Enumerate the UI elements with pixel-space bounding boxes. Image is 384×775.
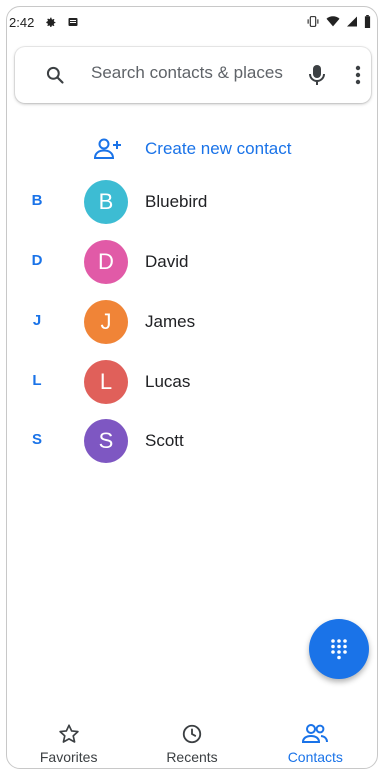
nav-label: Recents	[166, 749, 218, 765]
phone-screen: 2:42 Create new contact B B Bluebird D D…	[6, 6, 378, 769]
section-letter: J	[32, 312, 42, 329]
vibrate-icon	[307, 16, 319, 27]
nav-label: Favorites	[39, 749, 98, 765]
avatar: L	[84, 360, 128, 404]
status-bar: 2:42	[7, 7, 377, 37]
wifi-icon	[326, 16, 340, 27]
nav-favorites[interactable]: Favorites	[7, 717, 130, 768]
avatar: J	[84, 300, 128, 344]
section-letter: D	[31, 252, 43, 269]
contact-name: Bluebird	[145, 192, 208, 211]
clock-icon	[182, 724, 202, 744]
nav-recents[interactable]: Recents	[130, 717, 253, 768]
microphone-icon[interactable]	[307, 63, 327, 87]
status-time: 2:42	[9, 14, 35, 30]
star-icon	[58, 724, 79, 743]
add-person-icon	[93, 138, 121, 159]
contacts-icon	[302, 724, 329, 743]
settings-gear-icon	[46, 17, 56, 27]
nav-label: Contacts	[287, 749, 343, 765]
avatar: S	[84, 419, 128, 463]
battery-icon	[364, 15, 371, 28]
dialpad-icon	[331, 639, 347, 660]
search-icon[interactable]	[45, 65, 65, 85]
contact-row-james[interactable]: J J James	[7, 298, 377, 346]
signal-icon	[347, 16, 357, 27]
create-new-contact-button[interactable]: Create new contact	[7, 133, 377, 167]
search-bar[interactable]	[15, 47, 371, 103]
section-letter: B	[31, 192, 43, 209]
contact-row-david[interactable]: D D David	[7, 238, 377, 286]
bottom-navigation: Favorites Recents Contacts	[7, 717, 377, 768]
notification-icon	[68, 18, 78, 26]
nav-contacts[interactable]: Contacts	[254, 717, 377, 768]
avatar: B	[84, 180, 128, 224]
dialpad-button[interactable]	[309, 619, 369, 679]
contact-row-scott[interactable]: S S Scott	[7, 417, 377, 465]
contact-name: David	[145, 252, 189, 271]
avatar: D	[84, 240, 128, 284]
section-letter: S	[31, 431, 42, 448]
contact-row-lucas[interactable]: L L Lucas	[7, 358, 377, 406]
contact-name: James	[145, 312, 196, 331]
contact-name: Scott	[145, 431, 184, 450]
section-letter: L	[32, 372, 42, 389]
contact-name: Lucas	[145, 372, 191, 391]
more-options-icon[interactable]	[355, 65, 361, 85]
create-new-contact-label: Create new contact	[145, 139, 292, 158]
contact-row-bluebird[interactable]: B B Bluebird	[7, 178, 377, 226]
search-input[interactable]	[91, 63, 291, 83]
